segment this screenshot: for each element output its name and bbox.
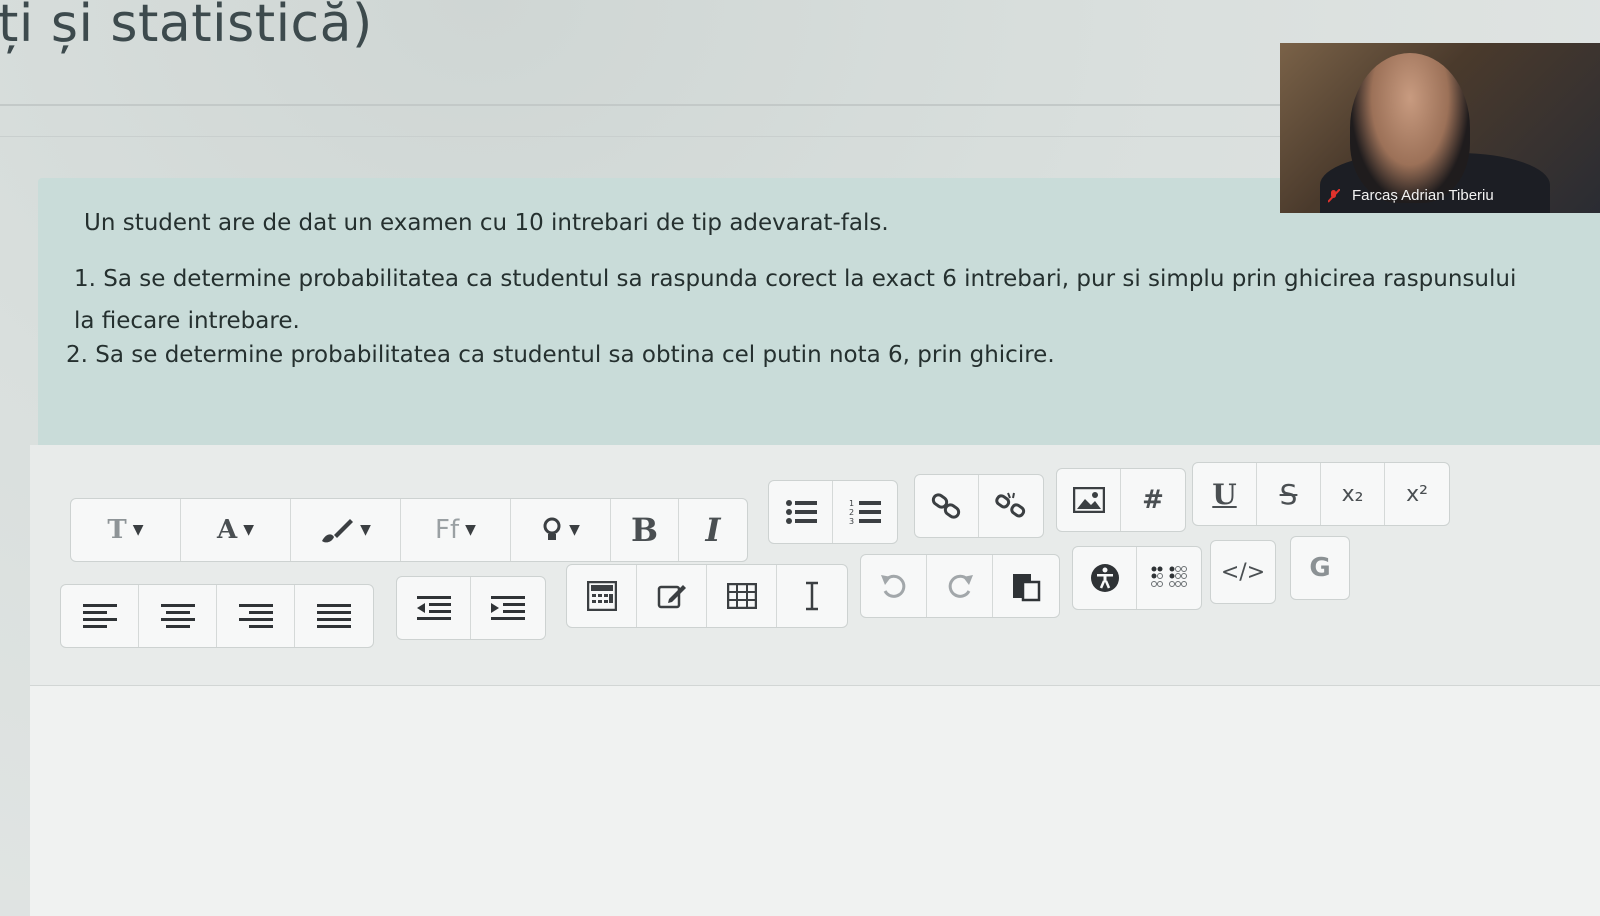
ordered-list-button[interactable]: 123	[833, 481, 897, 543]
page-title: ți și statistică)	[0, 0, 373, 54]
align-right-button[interactable]	[217, 585, 295, 647]
toolbar-group-media: #	[1056, 468, 1186, 532]
superscript-button[interactable]: x²	[1385, 463, 1449, 525]
toolbar-group-indent	[396, 576, 546, 640]
align-center-button[interactable]	[139, 585, 217, 647]
bullet-list-icon	[785, 500, 817, 524]
link-button[interactable]	[915, 475, 979, 537]
chevron-down-icon: ▼	[569, 522, 580, 538]
text-cursor-button[interactable]	[777, 565, 847, 627]
align-left-icon	[82, 604, 117, 628]
paragraph-style-button[interactable]: T ▼	[71, 499, 181, 561]
toolbar-group-insert	[566, 564, 848, 628]
webcam-thumbnail[interactable]: Farcaș Adrian Tiberiu	[1280, 43, 1600, 213]
unlink-icon	[995, 492, 1026, 518]
numbered-list-icon: 123	[849, 499, 881, 526]
calculator-button[interactable]	[567, 565, 637, 627]
calculator-icon	[586, 581, 617, 611]
toolbar-group-textstyle: U S x₂ x²	[1192, 462, 1450, 526]
redo-icon	[948, 574, 973, 598]
chevron-down-icon: ▼	[360, 522, 371, 538]
outdent-button[interactable]	[397, 577, 471, 639]
align-left-button[interactable]	[61, 585, 139, 647]
hashtag-button[interactable]: #	[1121, 469, 1185, 531]
align-justify-icon	[317, 604, 351, 628]
unlink-button[interactable]	[979, 475, 1043, 537]
hashtag-icon: #	[1142, 485, 1164, 515]
indent-icon	[491, 596, 525, 620]
question-intro: Un student are de dat un examen cu 10 in…	[84, 210, 889, 236]
underline-icon: U	[1212, 477, 1237, 511]
subscript-icon: x₂	[1341, 481, 1364, 507]
braille-icon	[1151, 566, 1187, 587]
chevron-down-icon: ▼	[132, 522, 144, 538]
strikethrough-icon: S	[1279, 477, 1298, 511]
paintbrush-icon	[322, 519, 354, 543]
undo-icon	[880, 574, 905, 598]
align-justify-button[interactable]	[295, 585, 373, 647]
chevron-down-icon: ▼	[465, 522, 476, 538]
text-cursor-icon	[806, 581, 818, 611]
font-family-icon: Ff	[435, 515, 460, 545]
toolbar-group-align	[60, 584, 374, 648]
code-icon: </>	[1220, 559, 1266, 585]
image-icon	[1072, 487, 1105, 513]
font-family-button[interactable]: Ff ▼	[401, 499, 511, 561]
toolbar-group-source: </>	[1210, 540, 1276, 604]
align-right-icon	[238, 604, 273, 628]
g-icon: G	[1309, 553, 1331, 583]
screen-reader-button[interactable]	[1137, 547, 1201, 609]
redo-button[interactable]	[927, 555, 993, 617]
indent-button[interactable]	[471, 577, 545, 639]
image-button[interactable]	[1057, 469, 1121, 531]
superscript-icon: x²	[1406, 481, 1428, 507]
subscript-button[interactable]: x₂	[1321, 463, 1385, 525]
chevron-down-icon: ▼	[243, 522, 254, 538]
background-color-button[interactable]: ▼	[291, 499, 401, 561]
strikethrough-button[interactable]: S	[1257, 463, 1321, 525]
question-item-2: 2. Sa se determine probabilitatea ca stu…	[66, 342, 1055, 368]
svg-text:2: 2	[849, 508, 854, 517]
italic-button[interactable]: I	[679, 499, 747, 561]
font-color-icon: A	[217, 515, 238, 545]
participant-name: Farcaș Adrian Tiberiu	[1352, 187, 1494, 204]
table-icon	[726, 583, 757, 609]
toolbar-group-lists: 123	[768, 480, 898, 544]
undo-button[interactable]	[861, 555, 927, 617]
accessibility-checker-button[interactable]	[1073, 547, 1137, 609]
edit-button[interactable]	[637, 565, 707, 627]
link-icon	[931, 493, 960, 519]
underline-button[interactable]: U	[1193, 463, 1257, 525]
italic-icon: I	[705, 511, 721, 549]
font-color-button[interactable]: A ▼	[181, 499, 291, 561]
align-center-icon	[160, 604, 195, 628]
paste-icon	[1013, 574, 1041, 602]
toolbar-group-links	[914, 474, 1044, 538]
highlight-button[interactable]: ▼	[511, 499, 611, 561]
participant-face	[1350, 53, 1470, 203]
toolbar-group-history	[860, 554, 1060, 618]
toolbar-group-accessibility	[1072, 546, 1202, 610]
bold-icon: B	[630, 511, 659, 549]
toolbar-group-format: T ▼ A ▼ ▼ Ff ▼ ▼ B I	[70, 498, 748, 562]
g-plugin-button[interactable]: G	[1291, 537, 1349, 599]
paste-button[interactable]	[993, 555, 1059, 617]
question-item-1: 1. Sa se determine probabilitatea ca stu…	[74, 266, 1517, 334]
html-source-button[interactable]: </>	[1211, 541, 1275, 603]
table-button[interactable]	[707, 565, 777, 627]
outdent-icon	[416, 596, 451, 620]
svg-text:3: 3	[849, 517, 854, 526]
toolbar-group-extra: G	[1290, 536, 1350, 600]
accessibility-icon	[1090, 564, 1119, 592]
bold-button[interactable]: B	[611, 499, 679, 561]
unordered-list-button[interactable]	[769, 481, 833, 543]
lightbulb-icon	[543, 517, 561, 540]
edit-icon	[657, 585, 686, 609]
muted-mic-icon	[1328, 189, 1340, 203]
svg-text:1: 1	[849, 499, 854, 508]
text-size-icon: T	[107, 515, 127, 545]
